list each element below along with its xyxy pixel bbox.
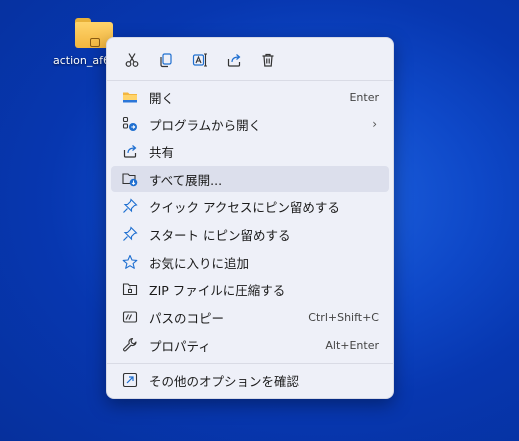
delete-button[interactable] [251, 48, 285, 72]
copy-icon [160, 53, 172, 68]
menu-item-more-options[interactable]: その他のオプションを確認 [111, 367, 389, 393]
menu-item-pin-start[interactable]: スタート にピン留めする [111, 221, 389, 247]
folder-icon [121, 88, 139, 106]
menu-item-label: ZIP ファイルに圧縮する [149, 282, 286, 298]
menu-item-label: スタート にピン留めする [149, 227, 291, 243]
pin-icon [121, 197, 139, 215]
copy-button[interactable] [149, 48, 183, 72]
pin-icon [121, 225, 139, 243]
menu-item-label: その他のオプションを確認 [149, 373, 300, 389]
star-icon [121, 253, 139, 271]
rename-icon [192, 53, 207, 67]
menu-item-label: パスのコピー [149, 310, 225, 326]
trash-icon [262, 53, 274, 67]
menu-item-shortcut: Ctrl+Shift+C [308, 310, 379, 324]
menu-item-label: プログラムから開く [149, 117, 262, 133]
open-with-icon [121, 115, 139, 133]
menu-item-properties[interactable]: プロパティ Alt+Enter [111, 332, 389, 358]
menu-item-open[interactable]: 開く Enter [111, 84, 389, 110]
menu-item-pin-quick-access[interactable]: クイック アクセスにピン留めする [111, 193, 389, 219]
share-icon [121, 142, 139, 160]
menu-item-add-favorites[interactable]: お気に入りに追加 [111, 249, 389, 275]
cut-button[interactable] [115, 48, 149, 72]
scissors-icon [125, 53, 139, 67]
share-button[interactable] [217, 48, 251, 72]
toolbar-divider [107, 80, 393, 81]
rename-button[interactable] [183, 48, 217, 72]
chevron-right-icon: › [372, 117, 377, 131]
menu-item-label: 共有 [149, 144, 175, 160]
menu-item-compress-zip[interactable]: ZIP ファイルに圧縮する [111, 276, 389, 302]
more-options-icon [121, 371, 139, 389]
context-menu: 開く Enter プログラムから開く › 共有 すべて展開... クイック アク… [106, 37, 394, 399]
menu-item-copy-path[interactable]: パスのコピー Ctrl+Shift+C [111, 304, 389, 330]
menu-divider [107, 363, 393, 364]
menu-item-share[interactable]: 共有 [111, 138, 389, 164]
menu-item-label: クイック アクセスにピン留めする [149, 199, 340, 215]
wrench-icon [121, 336, 139, 354]
copy-path-icon [121, 308, 139, 326]
menu-item-label: お気に入りに追加 [149, 255, 250, 271]
menu-item-label: すべて展開... [149, 172, 223, 188]
menu-item-label: プロパティ [149, 338, 211, 354]
menu-item-shortcut: Alt+Enter [325, 338, 379, 352]
menu-item-label: 開く [149, 90, 175, 106]
menu-item-shortcut: Enter [349, 90, 379, 104]
share-icon [227, 54, 241, 67]
extract-all-icon [121, 170, 139, 188]
zip-icon [121, 280, 139, 298]
context-toolbar [115, 48, 285, 72]
menu-item-extract-all[interactable]: すべて展開... [111, 166, 389, 192]
menu-item-open-with[interactable]: プログラムから開く › [111, 111, 389, 137]
